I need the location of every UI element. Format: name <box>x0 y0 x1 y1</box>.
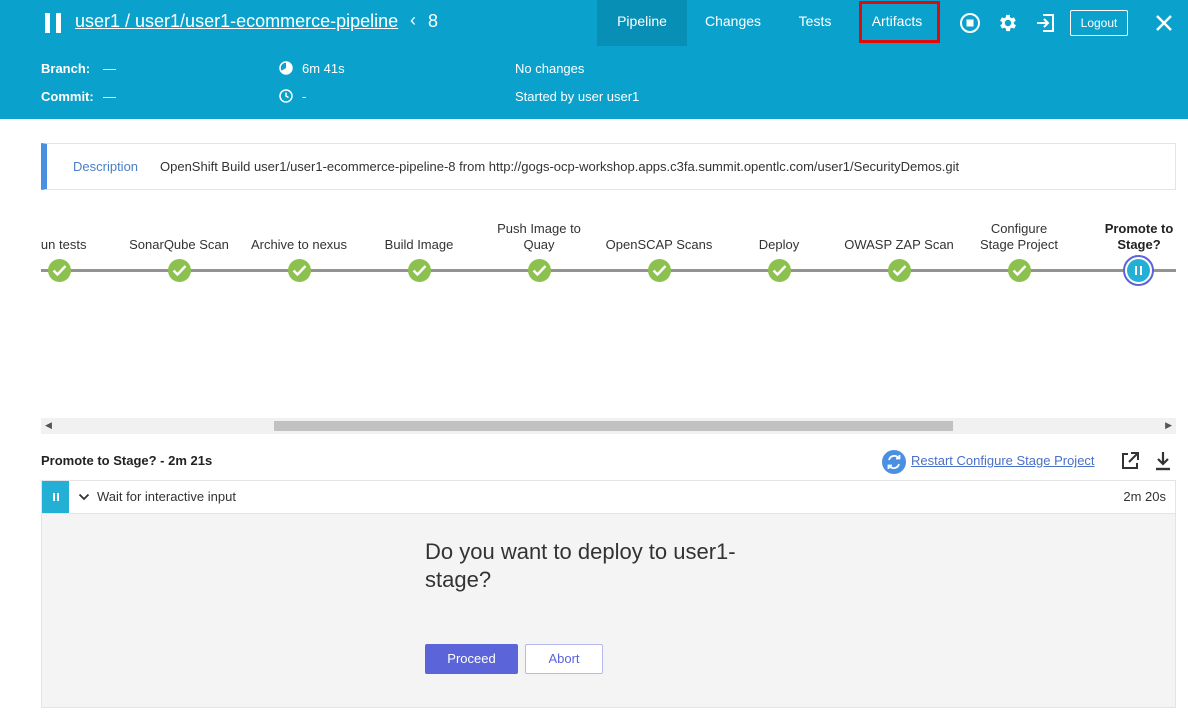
paused-status-icon <box>45 13 63 33</box>
check-icon <box>1012 265 1027 277</box>
pipeline-breadcrumb[interactable]: user1 / user1/user1-ecommerce-pipeline <box>75 11 398 32</box>
scroll-right-arrow-icon[interactable]: ▶ <box>1165 420 1172 431</box>
stage-label-archive-to-nexus: Archive to nexus <box>250 237 348 252</box>
step-paused-icon <box>42 481 69 513</box>
pause-icon <box>1127 259 1150 282</box>
stage-label-sonarqube-scan: SonarQube Scan <box>129 237 229 252</box>
duration-value: 6m 41s <box>302 61 345 76</box>
stage-node-configure-stage-project[interactable] <box>1008 259 1031 282</box>
tab-changes[interactable]: Changes <box>695 0 771 46</box>
stage-node-push-image-to-quay[interactable] <box>528 259 551 282</box>
stage-detail-title: Promote to Stage? - 2m 21s <box>41 453 213 468</box>
started-ago-value: - <box>302 89 307 104</box>
clock-icon <box>279 89 293 103</box>
commit-value: — <box>103 89 116 104</box>
description-box: Description OpenShift Build user1/user1-… <box>41 143 1176 190</box>
input-request-panel: Do you want to deploy to user1-stage? Pr… <box>41 514 1176 708</box>
step-name: Wait for interactive input <box>97 489 236 504</box>
stage-label-configure-stage-project: Configure Stage Project <box>979 221 1059 252</box>
run-number: 8 <box>428 11 439 31</box>
stage-node-sonarqube-scan[interactable] <box>168 259 191 282</box>
check-icon <box>292 265 307 277</box>
stage-label-openscap-scans: OpenSCAP Scans <box>605 237 713 252</box>
download-icon[interactable] <box>1154 451 1172 471</box>
top-bar: user1 / user1/user1-ecommerce-pipeline ‹… <box>0 0 1188 46</box>
scrollbar-thumb[interactable] <box>274 421 953 431</box>
branch-label: Branch: <box>41 61 91 76</box>
step-row[interactable]: Wait for interactive input 2m 20s <box>41 480 1176 514</box>
stage-label-promote-to-stage: Promote to Stage? <box>1104 221 1174 252</box>
stage-node-owasp-zap-scan[interactable] <box>888 259 911 282</box>
check-icon <box>892 265 907 277</box>
description-text: OpenShift Build user1/user1-ecommerce-pi… <box>160 159 960 174</box>
stage-label-deploy: Deploy <box>758 237 800 252</box>
stage-node-run-tests[interactable] <box>48 259 71 282</box>
pipeline-graph: Run tests SonarQube Scan Archive to nexu… <box>41 210 1176 420</box>
scroll-left-arrow-icon[interactable]: ◀ <box>45 420 52 431</box>
input-question: Do you want to deploy to user1-stage? <box>425 539 736 592</box>
open-external-icon[interactable] <box>1120 451 1140 471</box>
changes-text: No changes <box>515 61 585 76</box>
stage-label-push-image-to-quay: Push Image to Quay <box>497 221 581 252</box>
stage-label-build-image: Build Image <box>384 237 454 252</box>
duration-icon <box>279 61 293 75</box>
graph-horizontal-scrollbar[interactable]: ◀ ▶ <box>41 418 1176 434</box>
check-icon <box>652 265 667 277</box>
chevron-down-icon[interactable] <box>78 492 90 502</box>
restart-icon[interactable] <box>882 450 906 474</box>
close-icon[interactable] <box>1153 12 1175 34</box>
started-by-text: Started by user user1 <box>515 89 640 104</box>
abort-button[interactable]: Abort <box>525 644 603 674</box>
description-label: Description <box>73 159 139 174</box>
stage-node-build-image[interactable] <box>408 259 431 282</box>
tab-pipeline[interactable]: Pipeline <box>597 0 687 46</box>
stage-node-archive-to-nexus[interactable] <box>288 259 311 282</box>
stage-node-deploy[interactable] <box>768 259 791 282</box>
annotation-highlight-box <box>859 1 940 43</box>
step-duration: 2m 20s <box>1123 489 1166 504</box>
restart-stage-link[interactable]: Restart Configure Stage Project <box>911 453 1095 468</box>
proceed-button[interactable]: Proceed <box>425 644 518 674</box>
stop-icon[interactable] <box>959 12 981 34</box>
gear-icon[interactable] <box>997 12 1019 34</box>
check-icon <box>52 265 67 277</box>
check-icon <box>772 265 787 277</box>
commit-label: Commit: <box>41 89 94 104</box>
run-summary-bar: Branch: — Commit: — 6m 41s - No changes … <box>0 46 1188 119</box>
check-icon <box>532 265 547 277</box>
exit-icon[interactable] <box>1035 12 1057 34</box>
stage-label-run-tests: Run tests <box>41 237 87 252</box>
logout-button[interactable]: Logout <box>1070 10 1128 36</box>
branch-value: — <box>103 61 116 76</box>
stage-label-owasp-zap-scan: OWASP ZAP Scan <box>844 237 954 252</box>
chevron-left-icon[interactable]: ‹ <box>410 10 416 31</box>
pipeline-track <box>41 269 1176 272</box>
check-icon <box>172 265 187 277</box>
stage-node-openscap-scans[interactable] <box>648 259 671 282</box>
stage-node-promote-to-stage[interactable] <box>1123 255 1154 286</box>
check-icon <box>412 265 427 277</box>
tab-tests[interactable]: Tests <box>783 0 847 46</box>
